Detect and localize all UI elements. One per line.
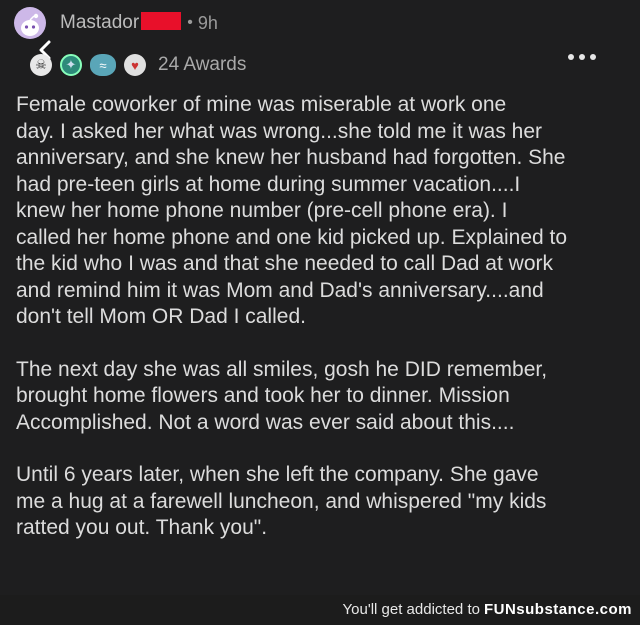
- time-separator: •: [187, 14, 193, 31]
- post-body: Female coworker of mine was miserable at…: [16, 92, 626, 568]
- watermark: You'll get addicted to FUNsubstance.com: [343, 601, 632, 618]
- watermark-brand: FUNsubstance.com: [483, 601, 632, 618]
- watermark-text: You'll get addicted to: [342, 601, 480, 618]
- helper-award-icon: ♥: [124, 54, 146, 76]
- post-paragraph: The next day she was all smiles, gosh he…: [16, 357, 548, 434]
- snoo-avatar-icon[interactable]: [14, 7, 46, 39]
- post-card: Mastador • 9h ☠ ✦ ≈ ♥ 24 Awards Female c…: [0, 0, 640, 595]
- username-redaction: [141, 12, 182, 30]
- awards-count: 24 Awards: [158, 54, 247, 75]
- post-header: Mastador • 9h: [14, 6, 218, 40]
- wave-award-icon: ≈: [90, 54, 116, 76]
- post-paragraph: Until 6 years later, when she left the c…: [16, 463, 547, 539]
- skull-award-icon: ☠: [30, 54, 52, 76]
- medal-award-icon: ✦: [60, 54, 82, 76]
- awards-row[interactable]: ☠ ✦ ≈ ♥ 24 Awards: [30, 50, 246, 80]
- watermark-bar: You'll get addicted to FUNsubstance.com: [0, 595, 640, 625]
- more-options-icon[interactable]: [568, 54, 596, 60]
- post-paragraph: Female coworker of mine was miserable at…: [16, 93, 568, 328]
- post-time: 9h: [197, 12, 218, 33]
- post-username[interactable]: Mastador: [60, 12, 182, 34]
